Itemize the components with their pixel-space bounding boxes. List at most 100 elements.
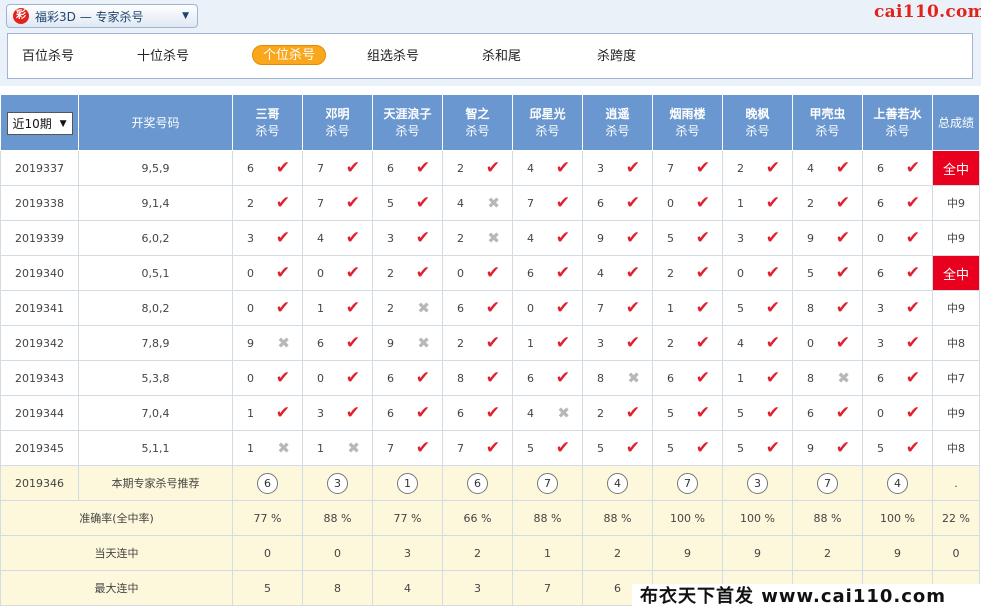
period-cell: 2019340	[0, 255, 79, 291]
kill-number: 2	[387, 266, 394, 280]
tab-units-kill[interactable]: 个位杀号	[252, 45, 327, 65]
recommend-number: 4	[887, 472, 908, 494]
period-cell: 2019344	[0, 395, 79, 431]
cross-icon: ✖	[277, 333, 290, 352]
col-expert-4: 邱星光 杀号	[512, 94, 583, 151]
expert-name: 逍遥	[605, 106, 630, 121]
kill-cell: 5 ✔	[652, 220, 723, 256]
kill-number: 6	[597, 196, 604, 210]
kill-cell: 0 ✔	[232, 255, 303, 291]
check-icon: ✔	[415, 227, 430, 248]
dropdown-arrow-icon: ▼	[59, 118, 67, 129]
expert-name: 天涯浪子	[383, 106, 432, 121]
kill-cell: 6 ✔	[862, 150, 933, 186]
kill-cell: 7 ✔	[372, 430, 443, 466]
kill-number: 0	[527, 301, 534, 315]
kill-cell: 6 ✔	[442, 395, 513, 431]
kill-cell: 5 ✔	[512, 430, 583, 466]
kill-number: 6	[387, 161, 394, 175]
range-select[interactable]: 近10期 ▼	[6, 112, 73, 135]
kill-number: 5	[807, 266, 814, 280]
stat-value: 9	[722, 535, 793, 571]
kill-cell: 4 ✖	[442, 185, 513, 221]
kill-number: 5	[527, 441, 534, 455]
recommend-cell: 7	[792, 465, 863, 501]
check-icon: ✔	[835, 402, 850, 423]
stat-value: 5	[232, 570, 303, 606]
kill-number: 7	[457, 441, 464, 455]
kill-cell: 2 ✔	[442, 325, 513, 361]
check-icon: ✔	[275, 157, 290, 178]
kill-number: 3	[877, 301, 884, 315]
kill-cell: 1 ✔	[722, 360, 793, 396]
check-icon: ✔	[905, 157, 920, 178]
check-icon: ✔	[275, 367, 290, 388]
recommend-number: 4	[607, 472, 628, 494]
cross-icon: ✖	[417, 298, 430, 317]
cross-icon: ✖	[277, 438, 290, 457]
kill-cell: 7 ✔	[302, 150, 373, 186]
kill-cell: 2 ✖	[372, 290, 443, 326]
kill-cell: 7 ✔	[652, 150, 723, 186]
draw-cell: 7,0,4	[78, 395, 233, 431]
kill-cell: 6 ✔	[582, 185, 653, 221]
kill-number: 5	[667, 441, 674, 455]
draw-cell: 5,1,1	[78, 430, 233, 466]
table-row: 2019339 6,0,2 3 ✔ 4 ✔ 3 ✔ 2 ✖ 4 ✔ 9 ✔ 5 ✔ 3 ✔ 9 ✔ 0 ✔ 中9	[0, 220, 980, 256]
stat-value: 100 %	[722, 500, 793, 536]
total-cell: 中9	[932, 290, 980, 326]
kill-cell: 6 ✔	[372, 395, 443, 431]
stat-value: 8	[302, 570, 373, 606]
kill-number: 6	[527, 266, 534, 280]
kill-number: 0	[457, 266, 464, 280]
check-icon: ✔	[415, 367, 430, 388]
kill-number: 0	[877, 231, 884, 245]
kill-cell: 1 ✔	[652, 290, 723, 326]
kill-cell: 0 ✔	[512, 290, 583, 326]
check-icon: ✔	[695, 367, 710, 388]
stat-value: 0	[232, 535, 303, 571]
kill-cell: 1 ✔	[302, 290, 373, 326]
kill-number: 0	[737, 266, 744, 280]
lottery-type-selector[interactable]: 彩 福彩3D — 专家杀号 ▼	[6, 4, 198, 28]
kill-cell: 2 ✔	[792, 185, 863, 221]
kill-number: 6	[247, 161, 254, 175]
kill-cell: 6 ✔	[372, 150, 443, 186]
kill-number: 8	[457, 371, 464, 385]
kill-number: 8	[807, 371, 814, 385]
cross-icon: ✖	[487, 228, 500, 247]
kill-number: 2	[667, 336, 674, 350]
kill-cell: 2 ✔	[582, 395, 653, 431]
check-icon: ✔	[835, 332, 850, 353]
kill-cell: 0 ✔	[862, 395, 933, 431]
kill-number: 8	[807, 301, 814, 315]
kill-number: 3	[317, 406, 324, 420]
tab-hundreds-kill[interactable]: 百位杀号	[22, 47, 74, 67]
cross-icon: ✖	[557, 403, 570, 422]
check-icon: ✔	[345, 157, 360, 178]
tab-sum-tail-kill[interactable]: 杀和尾	[482, 47, 521, 67]
draw-cell: 9,1,4	[78, 185, 233, 221]
kill-number: 5	[737, 406, 744, 420]
kill-cell: 2 ✔	[652, 255, 723, 291]
kill-number: 7	[317, 196, 324, 210]
period-cell: 2019341	[0, 290, 79, 326]
kill-number: 9	[807, 231, 814, 245]
tab-tens-kill[interactable]: 十位杀号	[137, 47, 189, 67]
kill-cell: 3 ✔	[372, 220, 443, 256]
total-cell: 中9	[932, 185, 980, 221]
recommend-cell: 3	[302, 465, 373, 501]
kill-cell: 3 ✔	[582, 325, 653, 361]
stat-value: 77 %	[232, 500, 303, 536]
table-row: 2019337 9,5,9 6 ✔ 7 ✔ 6 ✔ 2 ✔ 4 ✔ 3 ✔ 7 ✔ 2 ✔ 4 ✔ 6 ✔ 全中	[0, 150, 980, 186]
check-icon: ✔	[275, 402, 290, 423]
tab-span-kill[interactable]: 杀跨度	[597, 47, 636, 67]
kill-number: 3	[597, 336, 604, 350]
draw-cell: 8,0,2	[78, 290, 233, 326]
kill-number: 3	[247, 231, 254, 245]
recommend-cell: 4	[582, 465, 653, 501]
kill-cell: 0 ✔	[232, 360, 303, 396]
col-expert-3: 智之 杀号	[442, 94, 513, 151]
table-header: 近10期 ▼ 开奖号码 三哥 杀号 邓明 杀号 天涯浪子 杀号 智之 杀号 邱星光 杀号 逍遥 杀号 烟雨…	[0, 94, 980, 151]
tab-group-kill[interactable]: 组选杀号	[367, 47, 419, 67]
